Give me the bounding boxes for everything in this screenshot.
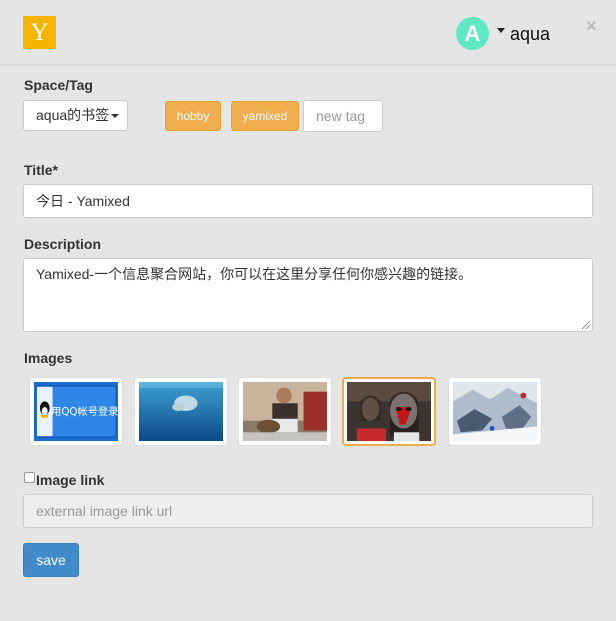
description-text: Yamixed-一个信息聚合网站，你可以在这里分享任何你感兴趣的链接。 — [36, 266, 473, 282]
space-selected-value: aqua的书签 — [36, 107, 110, 123]
image-link-checkbox[interactable] — [24, 472, 35, 483]
new-tag-input[interactable]: new tag — [303, 100, 383, 132]
title-input[interactable]: 今日 - Yamixed — [23, 184, 593, 218]
save-button[interactable]: save — [23, 543, 79, 577]
avatar[interactable]: A — [456, 17, 489, 50]
space-dropdown[interactable]: aqua的书签 — [23, 100, 128, 131]
snowy-rocks-image — [453, 382, 537, 441]
image-thumbnail-underwater[interactable] — [134, 377, 228, 446]
underwater-image — [139, 382, 223, 441]
face-paint-image — [347, 382, 431, 441]
tag-hobby[interactable]: hobby — [165, 101, 221, 131]
tag-yamixed[interactable]: yamixed — [231, 101, 299, 131]
site-logo[interactable]: Y — [23, 16, 56, 49]
description-label: Description — [24, 236, 102, 252]
resize-handle-icon[interactable] — [582, 321, 590, 329]
username-menu[interactable]: aqua — [510, 24, 550, 45]
image-thumbnail-man-with-dog[interactable] — [238, 377, 332, 446]
space-tag-label: Space/Tag — [24, 77, 93, 93]
qq-login-image: 用QQ帐号登录 — [34, 382, 118, 441]
header-bar: Y A aqua × — [0, 0, 616, 65]
image-thumbnail-qq-login[interactable]: 用QQ帐号登录 — [29, 377, 123, 446]
title-label: Title* — [24, 162, 58, 178]
images-label: Images — [24, 350, 73, 366]
caret-down-icon — [111, 114, 120, 119]
caret-down-icon[interactable] — [497, 28, 505, 33]
description-textarea[interactable]: Yamixed-一个信息聚合网站，你可以在这里分享任何你感兴趣的链接。 — [23, 258, 593, 332]
image-thumbnail-face-paint[interactable] — [342, 377, 436, 446]
image-thumbnail-snowy-rocks[interactable] — [448, 377, 542, 446]
qq-login-text: 用QQ帐号登录 — [51, 405, 118, 418]
close-icon[interactable]: × — [586, 16, 597, 36]
man-with-dog-image — [243, 382, 327, 441]
image-link-label[interactable]: Image link — [36, 472, 104, 488]
image-link-input[interactable]: external image link url — [23, 494, 593, 528]
